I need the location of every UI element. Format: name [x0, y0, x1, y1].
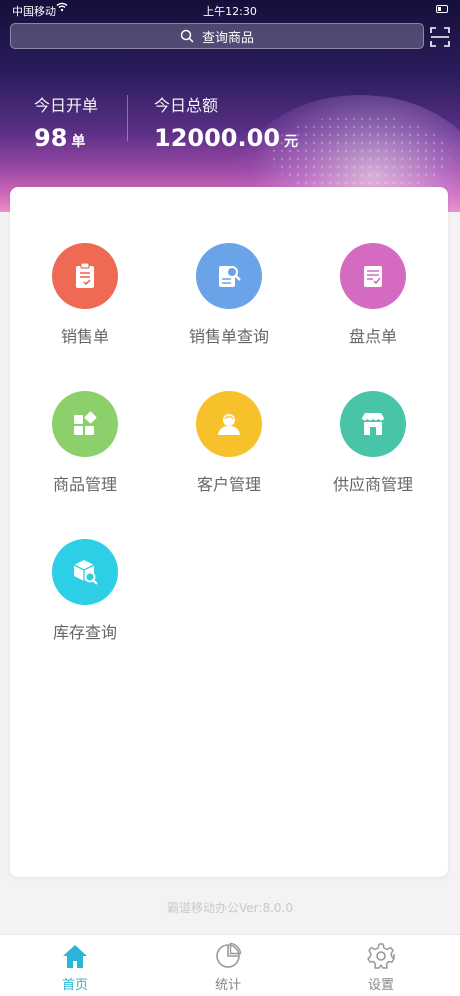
clipboard-icon	[52, 243, 118, 309]
today-amount-unit: 元	[284, 134, 299, 150]
today-orders-value: 98	[34, 124, 68, 152]
gear-icon	[367, 943, 395, 969]
module-label: 供应商管理	[332, 475, 413, 494]
home-icon	[63, 945, 87, 968]
module-label: 客户管理	[196, 475, 261, 494]
scan-icon[interactable]	[430, 27, 450, 47]
today-amount: 今日总额 12000.00 元	[154, 92, 298, 152]
module-inventory-query[interactable]: 库存查询	[12, 539, 158, 643]
box-search-icon	[52, 539, 118, 605]
today-amount-label: 今日总额	[154, 96, 219, 115]
module-sales-order[interactable]: 销售单	[12, 243, 158, 347]
search-placeholder: 查询商品	[201, 30, 254, 46]
search-icon	[180, 29, 194, 43]
module-label: 销售单	[60, 327, 109, 346]
module-label: 盘点单	[348, 327, 397, 346]
tab-statistics[interactable]: 统计	[178, 941, 278, 993]
module-sales-query[interactable]: 销售单查询	[156, 243, 302, 347]
module-stocktake[interactable]: 盘点单	[300, 243, 446, 347]
tab-settings-label: 设置	[367, 978, 394, 993]
module-product-management[interactable]: 商品管理	[12, 391, 158, 495]
module-label: 销售单查询	[188, 327, 269, 346]
today-orders-unit: 单	[71, 134, 86, 150]
status-bar: 中国移动 上午12:30	[0, 0, 460, 20]
tab-settings[interactable]: 设置	[331, 941, 431, 993]
search-bar[interactable]: 查询商品	[10, 23, 424, 49]
store-icon	[340, 391, 406, 457]
document-search-icon	[196, 243, 262, 309]
pie-chart-icon	[216, 942, 242, 968]
tab-home-label: 首页	[61, 978, 88, 993]
today-amount-value: 12000.00	[154, 124, 281, 152]
today-orders-label: 今日开单	[34, 96, 99, 115]
module-customer-management[interactable]: 客户管理	[156, 391, 302, 495]
stats-divider	[127, 95, 128, 141]
tab-statistics-label: 统计	[214, 978, 241, 993]
module-supplier-management[interactable]: 供应商管理	[300, 391, 446, 495]
module-label: 库存查询	[52, 623, 117, 642]
user-icon	[196, 391, 262, 457]
checklist-icon	[340, 243, 406, 309]
blocks-icon	[52, 391, 118, 457]
app-version: 霸道移动办公Ver:8.0.0	[167, 901, 293, 915]
bottom-tab-bar: 首页 统计 设置	[0, 934, 460, 996]
modules-card: 销售单 销售单查询 盘点单 商品管理 客户管理 供应商管理 库存查询	[10, 187, 448, 877]
tab-home[interactable]: 首页	[25, 941, 125, 993]
battery-icon	[436, 5, 448, 13]
module-label: 商品管理	[52, 475, 117, 494]
clock: 上午12:30	[203, 5, 257, 18]
today-orders: 今日开单 98 单	[34, 92, 98, 152]
